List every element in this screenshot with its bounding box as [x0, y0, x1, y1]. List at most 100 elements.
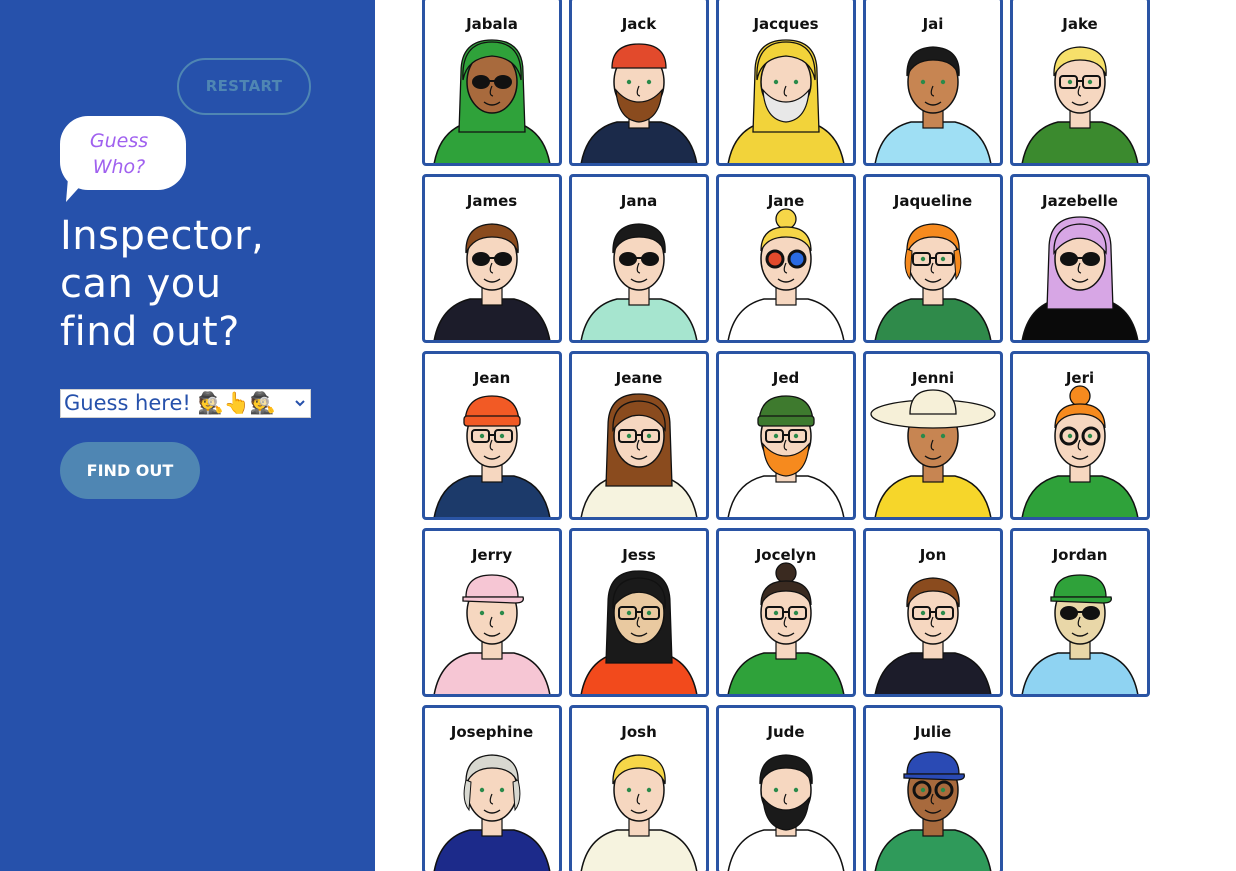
- beanie-band: [463, 415, 521, 427]
- character-name: Jordan: [1052, 546, 1108, 564]
- eye-left: [920, 787, 926, 793]
- guess-select[interactable]: Guess here! 🕵👆🕵: [60, 389, 311, 418]
- eye-right: [793, 787, 799, 793]
- character-name: Jana: [620, 192, 658, 210]
- find-out-button[interactable]: FIND OUT: [60, 442, 200, 499]
- sidebar: RESTART Guess Who? Inspector, can you fi…: [0, 0, 375, 871]
- character-card[interactable]: Jordan: [1010, 528, 1150, 697]
- character-name: Jeri: [1065, 369, 1095, 387]
- character-name: Jenni: [911, 369, 955, 387]
- character-card[interactable]: James: [422, 174, 562, 343]
- eye-right: [1087, 433, 1093, 439]
- sunglasses-left: [472, 252, 490, 266]
- character-name: Jack: [621, 15, 657, 33]
- character-card[interactable]: Jazebelle: [1010, 174, 1150, 343]
- eye-right: [646, 787, 652, 793]
- sunglasses-left: [472, 75, 490, 89]
- eye-right: [940, 787, 946, 793]
- cap: [1053, 574, 1107, 598]
- character-card[interactable]: Jocelyn: [716, 528, 856, 697]
- character-name: Josephine: [450, 723, 534, 741]
- character-name: Julie: [914, 723, 952, 741]
- character-name: Josh: [621, 723, 657, 741]
- character-name: Jai: [922, 15, 944, 33]
- eye-left: [479, 787, 485, 793]
- character-card[interactable]: Jeri: [1010, 351, 1150, 520]
- character-card[interactable]: Jai: [863, 0, 1003, 166]
- eye-left: [479, 433, 485, 439]
- character-name: Jon: [919, 546, 947, 564]
- character-name: Jake: [1062, 15, 1098, 33]
- character-name: James: [466, 192, 518, 210]
- eye-right: [499, 433, 505, 439]
- speech-bubble-tail: [66, 178, 84, 202]
- character-card[interactable]: Jed: [716, 351, 856, 520]
- sunglasses-left: [1060, 252, 1078, 266]
- restart-button[interactable]: RESTART: [177, 58, 311, 115]
- character-card[interactable]: Jon: [863, 528, 1003, 697]
- beanie-band: [757, 415, 815, 427]
- headline: Inspector, can you find out?: [60, 212, 360, 356]
- eye-right: [940, 433, 946, 439]
- character-card[interactable]: Jean: [422, 351, 562, 520]
- sunglasses-right: [1082, 252, 1100, 266]
- sunglasses-right: [1082, 606, 1100, 620]
- sunglasses-right: [494, 75, 512, 89]
- character-card[interactable]: Jack: [569, 0, 709, 166]
- sunglasses-left: [1060, 606, 1078, 620]
- headline-line-3: find out?: [60, 309, 240, 355]
- character-name: Jeane: [615, 369, 663, 387]
- character-card[interactable]: Jeane: [569, 351, 709, 520]
- character-name: Jazebelle: [1042, 192, 1118, 210]
- character-card[interactable]: Jake: [1010, 0, 1150, 166]
- character-card[interactable]: Jerry: [422, 528, 562, 697]
- eye-left: [479, 610, 485, 616]
- logo-text: Guess Who?: [60, 128, 178, 180]
- character-card[interactable]: Josephine: [422, 705, 562, 871]
- eye-left: [626, 79, 632, 85]
- eye-right: [1087, 79, 1093, 85]
- character-card[interactable]: Jabala: [422, 0, 562, 166]
- eye-left: [773, 79, 779, 85]
- character-card[interactable]: Josh: [569, 705, 709, 871]
- cap: [906, 751, 960, 775]
- sunglasses-left: [619, 252, 637, 266]
- eye-left: [626, 610, 632, 616]
- eye-right: [499, 610, 505, 616]
- eye-right: [940, 79, 946, 85]
- character-card[interactable]: Jenni: [863, 351, 1003, 520]
- eye-right: [940, 256, 946, 262]
- character-name: Jabala: [466, 15, 518, 33]
- character-name: Jess: [622, 546, 656, 564]
- eye-right: [646, 79, 652, 85]
- eye-left: [626, 433, 632, 439]
- character-card[interactable]: Jaqueline: [863, 174, 1003, 343]
- character-name: Jane: [767, 192, 805, 210]
- headline-line-2: can you: [60, 261, 222, 307]
- character-card[interactable]: Jude: [716, 705, 856, 871]
- eye-right: [793, 79, 799, 85]
- character-name: Jean: [473, 369, 511, 387]
- character-card[interactable]: Jess: [569, 528, 709, 697]
- glasses-right: [787, 249, 807, 269]
- character-name: Jaqueline: [893, 192, 973, 210]
- character-name: Jocelyn: [755, 546, 817, 564]
- logo-line-1: Guess: [89, 130, 149, 152]
- bandana: [611, 43, 667, 69]
- guess-select-value: Guess here! 🕵👆🕵: [64, 391, 276, 415]
- hair-bun: [1069, 385, 1091, 407]
- hat-crown: [909, 389, 957, 415]
- character-card[interactable]: Jana: [569, 174, 709, 343]
- eye-left: [773, 787, 779, 793]
- sunglasses-right: [641, 252, 659, 266]
- character-card[interactable]: Jacques: [716, 0, 856, 166]
- character-name: Jude: [767, 723, 805, 741]
- eye-left: [920, 433, 926, 439]
- character-card[interactable]: Jane: [716, 174, 856, 343]
- character-card[interactable]: Julie: [863, 705, 1003, 871]
- eye-left: [1067, 79, 1073, 85]
- eye-left: [920, 256, 926, 262]
- hair-bun: [775, 562, 797, 584]
- eye-right: [793, 610, 799, 616]
- eye-left: [773, 433, 779, 439]
